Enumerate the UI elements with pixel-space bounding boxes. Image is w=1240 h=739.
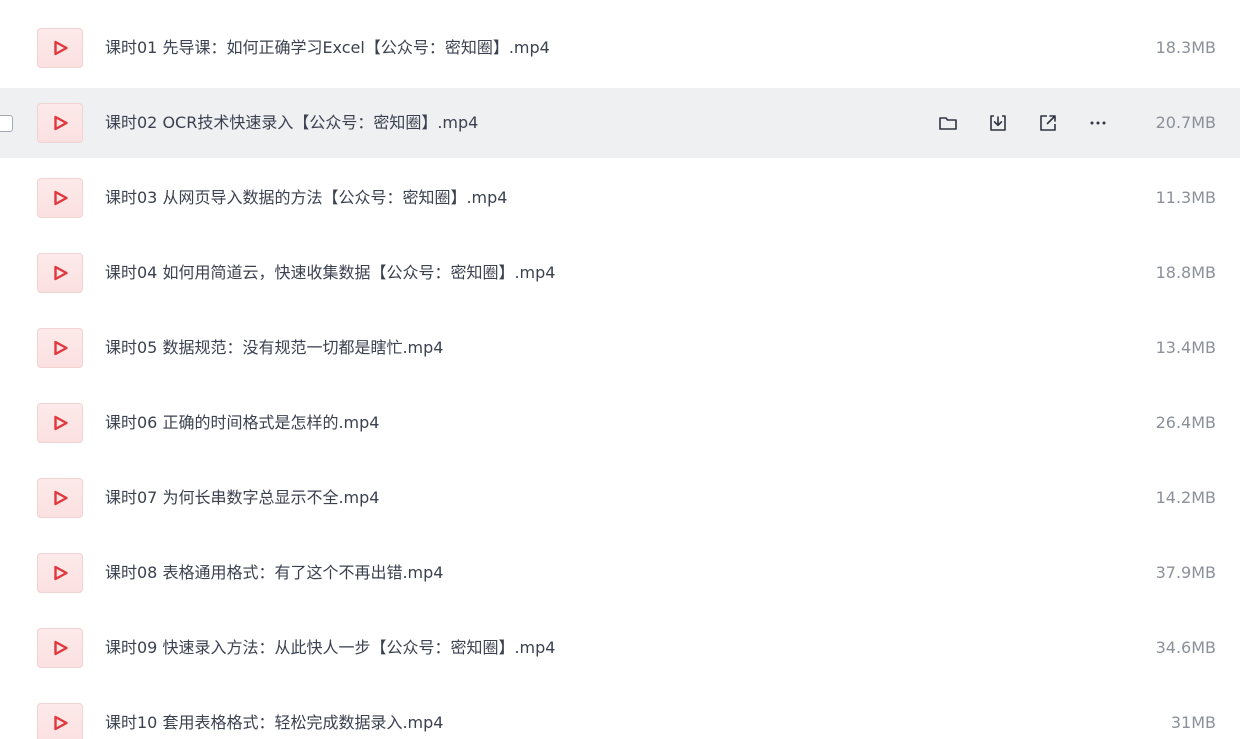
file-name[interactable]: 课时10 套用表格格式：轻松完成数据录入.mp4 xyxy=(105,688,443,739)
row-checkbox[interactable] xyxy=(0,115,13,132)
video-play-icon xyxy=(37,28,83,68)
file-size: 31MB xyxy=(1170,713,1216,732)
share-icon[interactable] xyxy=(1035,110,1061,136)
download-icon[interactable] xyxy=(985,110,1011,136)
video-play-icon xyxy=(37,178,83,218)
video-play-icon xyxy=(37,553,83,593)
file-row[interactable]: 课时07 为何长串数字总显示不全.mp4 14.2MB xyxy=(0,463,1240,533)
file-name[interactable]: 课时08 表格通用格式：有了这个不再出错.mp4 xyxy=(105,538,443,608)
file-row[interactable]: 课时08 表格通用格式：有了这个不再出错.mp4 37.9MB xyxy=(0,538,1240,608)
video-play-icon xyxy=(37,703,83,739)
file-size: 37.9MB xyxy=(1155,563,1216,582)
video-play-icon xyxy=(37,478,83,518)
file-row-hovered[interactable]: 课时02 OCR技术快速录入【公众号：密知圈】.mp4 20.7MB xyxy=(0,88,1240,158)
video-play-icon xyxy=(37,328,83,368)
file-size: 34.6MB xyxy=(1155,638,1216,657)
folder-icon[interactable] xyxy=(935,110,961,136)
file-name[interactable]: 课时06 正确的时间格式是怎样的.mp4 xyxy=(105,388,379,458)
video-play-icon xyxy=(37,253,83,293)
file-name[interactable]: 课时04 如何用简道云，快速收集数据【公众号：密知圈】.mp4 xyxy=(105,238,555,308)
file-row[interactable]: 课时01 先导课：如何正确学习Excel【公众号：密知圈】.mp4 18.3MB xyxy=(0,13,1240,83)
video-play-icon xyxy=(37,403,83,443)
video-play-icon xyxy=(37,103,83,143)
file-size: 18.3MB xyxy=(1155,38,1216,57)
file-row[interactable]: 课时05 数据规范：没有规范一切都是瞎忙.mp4 13.4MB xyxy=(0,313,1240,383)
file-name[interactable]: 课时07 为何长串数字总显示不全.mp4 xyxy=(105,463,379,533)
file-size: 18.8MB xyxy=(1155,263,1216,282)
file-row[interactable]: 课时04 如何用简道云，快速收集数据【公众号：密知圈】.mp4 18.8MB xyxy=(0,238,1240,308)
file-row[interactable]: 课时09 快速录入方法：从此快人一步【公众号：密知圈】.mp4 34.6MB xyxy=(0,613,1240,683)
file-name[interactable]: 课时05 数据规范：没有规范一切都是瞎忙.mp4 xyxy=(105,313,443,383)
file-name[interactable]: 课时09 快速录入方法：从此快人一步【公众号：密知圈】.mp4 xyxy=(105,613,555,683)
file-list: 课时01 先导课：如何正确学习Excel【公众号：密知圈】.mp4 18.3MB… xyxy=(0,0,1240,739)
more-icon[interactable] xyxy=(1085,110,1111,136)
file-size: 13.4MB xyxy=(1155,338,1216,357)
file-name[interactable]: 课时01 先导课：如何正确学习Excel【公众号：密知圈】.mp4 xyxy=(105,13,550,83)
file-size: 11.3MB xyxy=(1155,188,1216,207)
video-play-icon xyxy=(37,628,83,668)
file-name[interactable]: 课时03 从网页导入数据的方法【公众号：密知圈】.mp4 xyxy=(105,163,507,233)
file-name[interactable]: 课时02 OCR技术快速录入【公众号：密知圈】.mp4 xyxy=(105,88,478,158)
file-row[interactable]: 课时10 套用表格格式：轻松完成数据录入.mp4 31MB xyxy=(0,688,1240,739)
file-row[interactable]: 课时03 从网页导入数据的方法【公众号：密知圈】.mp4 11.3MB xyxy=(0,163,1240,233)
file-size: 20.7MB xyxy=(1155,113,1216,132)
file-row[interactable]: 课时06 正确的时间格式是怎样的.mp4 26.4MB xyxy=(0,388,1240,458)
file-size: 26.4MB xyxy=(1155,413,1216,432)
file-size: 14.2MB xyxy=(1155,488,1216,507)
